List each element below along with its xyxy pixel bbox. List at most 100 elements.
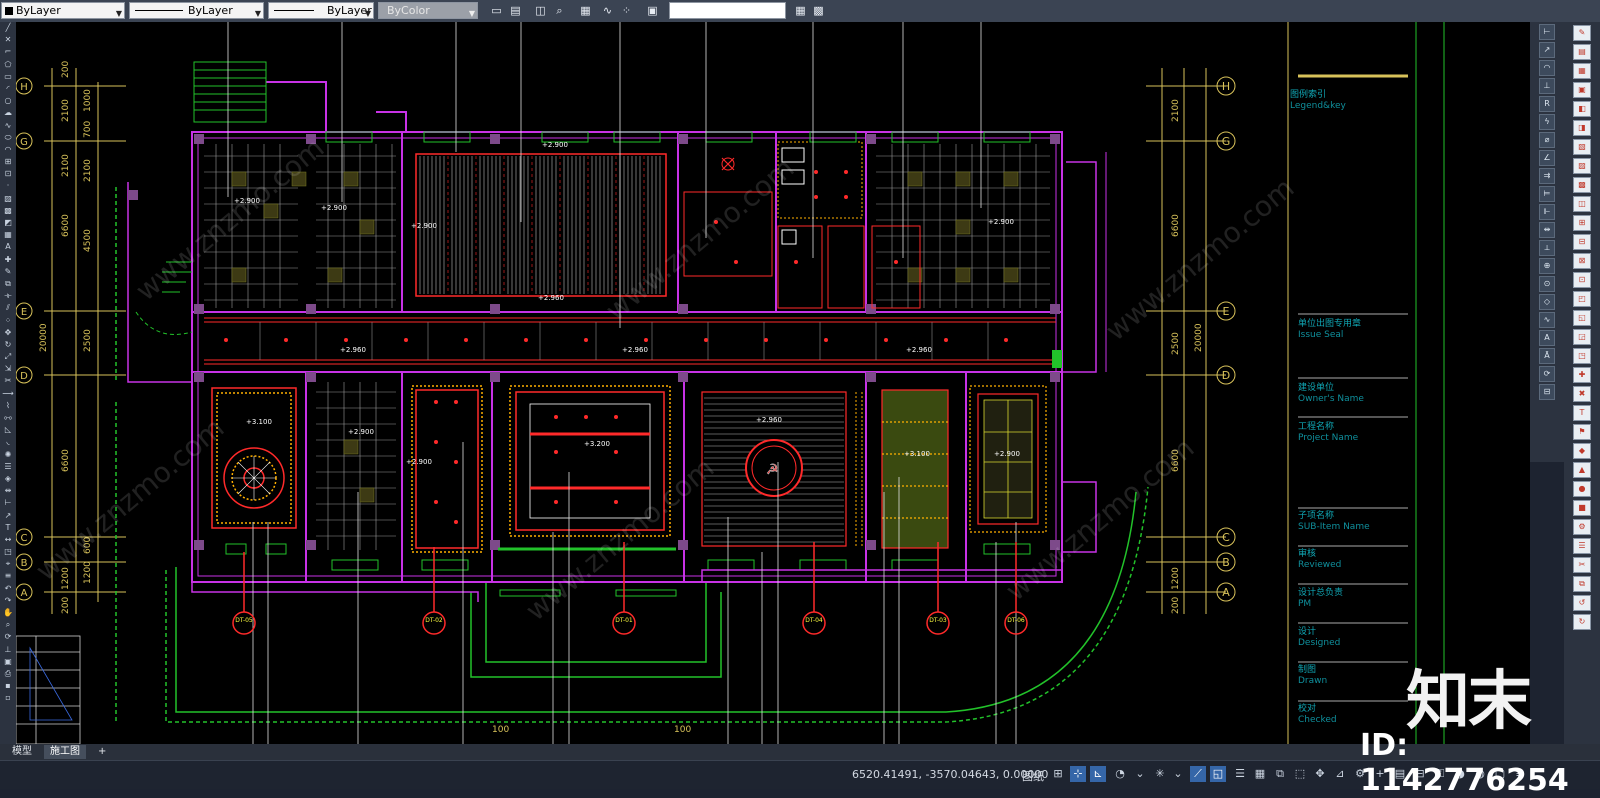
point-style-icon[interactable]: ⁘ <box>619 3 634 18</box>
gradient-icon[interactable]: ▩ <box>0 205 16 217</box>
tool-icon-1[interactable]: ✎ <box>1573 25 1591 41</box>
layout-tiles-icon[interactable]: ▩ <box>811 3 826 18</box>
tool-icon-14[interactable]: ⊡ <box>1573 272 1591 288</box>
dist-icon[interactable]: ↔ <box>0 534 16 546</box>
id-point-icon[interactable]: ⌖ <box>0 558 16 570</box>
break-icon[interactable]: ⌇ <box>0 400 16 412</box>
layer-icon[interactable]: ◈ <box>0 473 16 485</box>
scale-icon[interactable]: ⤢ <box>0 351 16 363</box>
tool-icon-31[interactable]: ↺ <box>1573 595 1591 611</box>
command-input[interactable] <box>669 2 786 19</box>
array-icon[interactable]: ∿ <box>600 3 615 18</box>
mirror-icon[interactable]: ⟛ <box>0 290 16 302</box>
ucs-icon[interactable]: ⊥ <box>0 644 16 656</box>
jogged-linear-icon[interactable]: ∿ <box>1539 312 1555 328</box>
area-icon[interactable]: ◳ <box>0 546 16 558</box>
ellipse-arc-icon[interactable]: ◠ <box>0 144 16 156</box>
tool-icon-2[interactable]: ▤ <box>1573 44 1591 60</box>
diameter-icon[interactable]: ⌀ <box>1539 132 1555 148</box>
tool-icon-25[interactable]: ● <box>1573 481 1591 497</box>
tab-model[interactable]: 模型 <box>6 745 38 759</box>
undo-icon[interactable]: ↶ <box>0 583 16 595</box>
pan-icon[interactable]: ✋ <box>0 607 16 619</box>
rotate-icon[interactable]: ↻ <box>0 339 16 351</box>
extend-icon[interactable]: ⟶ <box>0 388 16 400</box>
tool-icon-23[interactable]: ◆ <box>1573 443 1591 459</box>
grid-toggle-icon[interactable]: ⊞ <box>1050 766 1066 782</box>
linetype-select[interactable]: ByLayer ▼ <box>129 2 264 19</box>
table-icon[interactable]: ▣ <box>645 3 660 18</box>
rectangle-icon[interactable]: ▭ <box>0 71 16 83</box>
layer-properties-icon[interactable]: ▤ <box>508 3 523 18</box>
layout-grid-icon[interactable]: ▦ <box>793 3 808 18</box>
copy-icon[interactable]: ⧉ <box>0 278 16 290</box>
tool-icon-9[interactable]: ▩ <box>1573 177 1591 193</box>
polyline-icon[interactable]: ⌐ <box>0 46 16 58</box>
polar-toggle-icon[interactable]: ◔ <box>1112 766 1128 782</box>
center-mark-icon[interactable]: ⊙ <box>1539 276 1555 292</box>
color-select[interactable]: ByLayer ▼ <box>1 2 125 19</box>
inspect-icon[interactable]: ◇ <box>1539 294 1555 310</box>
construction-line-icon[interactable]: ✕ <box>0 34 16 46</box>
tool-icon-5[interactable]: ◧ <box>1573 101 1591 117</box>
tool-icon-16[interactable]: ◱ <box>1573 310 1591 326</box>
plot-icon[interactable]: ⎙ <box>0 668 16 680</box>
tool-icon-11[interactable]: ⊞ <box>1573 215 1591 231</box>
make-block-icon[interactable]: ⊡ <box>0 168 16 180</box>
jogged-icon[interactable]: ϟ <box>1539 114 1555 130</box>
tool-icon-10[interactable]: ◫ <box>1573 196 1591 212</box>
selection-cycling-icon[interactable]: ☰ <box>1232 766 1248 782</box>
annotation-visibility-icon[interactable]: ⊿ <box>1332 766 1348 782</box>
tool-icon-13[interactable]: ⊠ <box>1573 253 1591 269</box>
lineweight-select[interactable]: ByLayer ▼ <box>268 2 374 19</box>
break-dim-icon[interactable]: ⟂ <box>1539 240 1555 256</box>
otrack-toggle-icon[interactable]: ⌄ <box>1170 766 1186 782</box>
dim-update-icon[interactable]: ⟳ <box>1539 366 1555 382</box>
lineweight-toggle-icon[interactable]: ⟋ <box>1190 766 1206 782</box>
tool-icon-32[interactable]: ↻ <box>1573 614 1591 630</box>
add-selected-icon[interactable]: ✚ <box>0 254 16 266</box>
3d-osnap-icon[interactable]: ▦ <box>1252 766 1268 782</box>
tab-construction-drawing[interactable]: 施工图 <box>44 745 86 759</box>
tool-icon-27[interactable]: ⚙ <box>1573 519 1591 535</box>
circle-icon[interactable]: ○ <box>0 95 16 107</box>
insert-block-icon[interactable]: ⊞ <box>0 156 16 168</box>
tool-icon-21[interactable]: T <box>1573 405 1591 421</box>
named-views-icon[interactable]: ▣ <box>0 656 16 668</box>
ordinate-icon[interactable]: ⊥ <box>1539 78 1555 94</box>
tool-icon-15[interactable]: ◰ <box>1573 291 1591 307</box>
add-layout-button[interactable]: + <box>92 745 112 759</box>
zoom-window-icon[interactable]: ⌕ <box>552 3 567 18</box>
tool-icon-26[interactable]: ■ <box>1573 500 1591 516</box>
transparency-toggle-icon[interactable]: ◱ <box>1210 766 1226 782</box>
tool-icon-19[interactable]: ✚ <box>1573 367 1591 383</box>
move-icon[interactable]: ✥ <box>0 327 16 339</box>
dim-style-icon[interactable]: ⊟ <box>1539 384 1555 400</box>
polygon-icon[interactable]: ⬠ <box>0 59 16 71</box>
leader-icon[interactable]: ↗ <box>0 510 16 522</box>
trim-icon[interactable]: ✂ <box>0 375 16 387</box>
spline-icon[interactable]: ∿ <box>0 120 16 132</box>
arc-length-icon[interactable]: ◠ <box>1539 60 1555 76</box>
tool-icon-4[interactable]: ▣ <box>1573 82 1591 98</box>
baseline-icon[interactable]: ⊨ <box>1539 186 1555 202</box>
selection-filter-icon[interactable]: ⬚ <box>1292 766 1308 782</box>
tool-icon-22[interactable]: ⚑ <box>1573 424 1591 440</box>
tool-icon-30[interactable]: ⧉ <box>1573 576 1591 592</box>
drawing-canvas[interactable]: 200 2100 2100 6600 20000 6600 1200 200 7… <box>16 22 1530 744</box>
tool-icon-7[interactable]: ▧ <box>1573 139 1591 155</box>
tool-icon-24[interactable]: ▲ <box>1573 462 1591 478</box>
tool-icon-20[interactable]: ✖ <box>1573 386 1591 402</box>
dynamic-ucs-icon[interactable]: ⧉ <box>1272 766 1288 782</box>
tool-icon-6[interactable]: ◨ <box>1573 120 1591 136</box>
revcloud-icon[interactable]: ☁ <box>0 107 16 119</box>
quick-dim-icon[interactable]: ⇉ <box>1539 168 1555 184</box>
properties-icon[interactable]: ☰ <box>0 461 16 473</box>
tolerance-icon[interactable]: ⊕ <box>1539 258 1555 274</box>
dim-edit-icon[interactable]: A <box>1539 330 1555 346</box>
table-tool-icon[interactable]: ▦ <box>0 229 16 241</box>
offset-icon[interactable]: ⫽ <box>0 302 16 314</box>
save-icon[interactable]: ▪ <box>0 680 16 692</box>
text-style-icon[interactable]: T <box>0 522 16 534</box>
open-icon[interactable]: ▫ <box>0 692 16 704</box>
